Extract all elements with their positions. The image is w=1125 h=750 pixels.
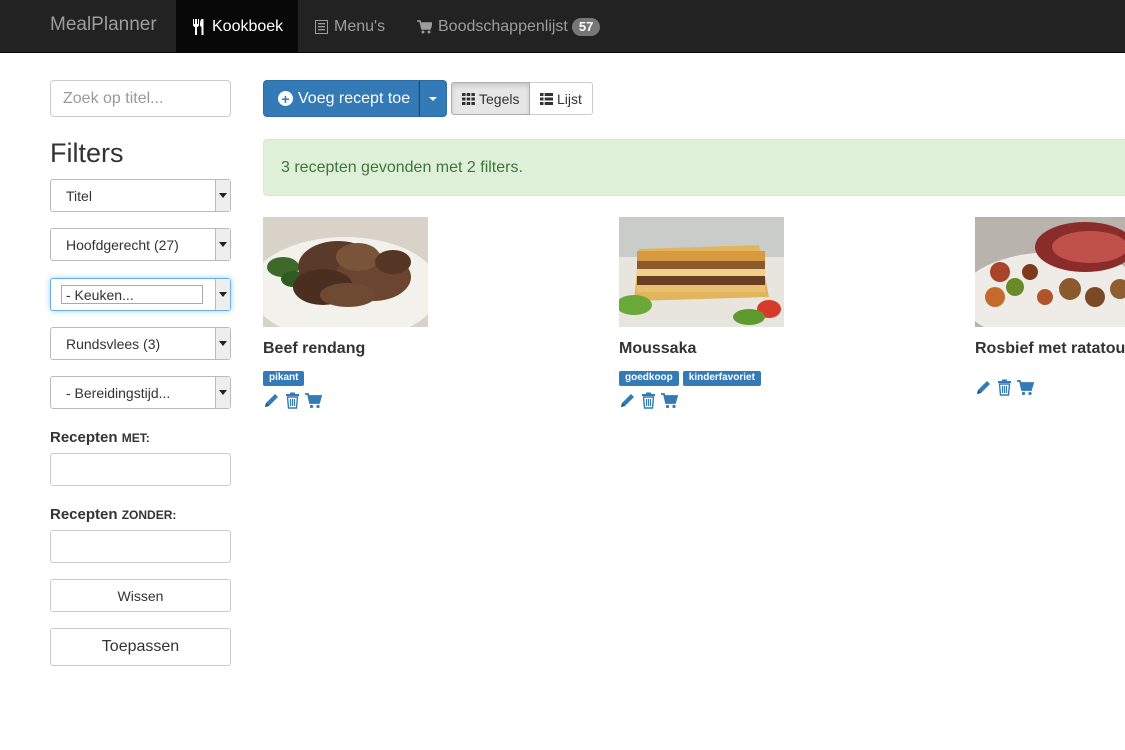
view-list-label: Lijst (557, 90, 582, 107)
pencil-icon[interactable] (975, 379, 992, 396)
select-value: - Bereidingstijd... (66, 384, 171, 401)
shopping-cart-icon[interactable] (1017, 379, 1034, 396)
recipe-title[interactable]: Beef rendang (263, 340, 593, 358)
recipe-image-rosbief[interactable] (975, 217, 1125, 327)
tag-list: pikant (263, 371, 593, 386)
pencil-icon[interactable] (263, 392, 280, 409)
shopping-cart-icon[interactable] (305, 392, 322, 409)
clear-button[interactable]: Wissen (50, 579, 231, 612)
add-recipe-button[interactable]: + Voeg recept toe (263, 80, 419, 117)
cutlery-icon (192, 18, 206, 35)
select-value: Hoofdgerecht (27) (66, 236, 179, 253)
cart-count-badge: 57 (571, 17, 601, 36)
recipe-card: Beef rendang pikant (263, 217, 593, 409)
view-tiles-button[interactable]: Tegels (451, 82, 530, 115)
select-value: Titel (66, 187, 92, 204)
plus-circle-icon: + (278, 91, 293, 106)
shopping-cart-icon (417, 19, 432, 34)
navbar: MealPlanner Kookboek Menu's Boodschappen… (0, 0, 1125, 53)
nav-item-label: Menu's (334, 17, 386, 35)
label-suffix: met: (121, 431, 150, 445)
select-value: - Keuken... (61, 285, 203, 304)
without-ingredients-label: Recepten zonder: (50, 506, 176, 523)
recipe-card: Moussaka goedkoop kinderfavoriet (619, 217, 949, 409)
nav-item-menus[interactable]: Menu's (315, 0, 385, 53)
recipe-actions (975, 379, 1125, 396)
recipe-title[interactable]: Rosbief met ratatouille (975, 340, 1125, 358)
recipe-card: Rosbief met ratatouille (975, 217, 1125, 396)
filter-course-select[interactable]: Hoofdgerecht (27) (50, 228, 231, 261)
recipe-tag[interactable]: goedkoop (619, 371, 679, 386)
chevron-down-icon (215, 180, 230, 211)
with-ingredients-label: Recepten met: (50, 429, 150, 446)
recipe-image-moussaka[interactable] (619, 217, 784, 327)
results-alert: 3 recepten gevonden met 2 filters. (263, 139, 1125, 196)
list-icon (315, 19, 328, 34)
trash-icon[interactable] (284, 392, 301, 409)
view-list-button[interactable]: Lijst (530, 82, 593, 115)
tag-list: goedkoop kinderfavoriet (619, 371, 949, 386)
filter-meat-select[interactable]: Rundsvlees (3) (50, 327, 231, 360)
pencil-icon[interactable] (619, 392, 636, 409)
recipe-tag[interactable]: pikant (263, 371, 305, 386)
chevron-down-icon (215, 229, 230, 260)
chevron-down-icon (215, 279, 230, 310)
filter-time-select[interactable]: - Bereidingstijd... (50, 376, 231, 409)
filter-sort-select[interactable]: Titel (50, 179, 231, 212)
label-text: Recepten (50, 506, 118, 523)
nav-item-kookboek[interactable]: Kookboek (176, 0, 298, 53)
view-toggle-group: Tegels Lijst (451, 82, 593, 115)
without-ingredients-input[interactable] (50, 530, 231, 563)
recipe-actions (619, 392, 949, 409)
search-input[interactable] (50, 80, 231, 117)
add-recipe-group: + Voeg recept toe (263, 80, 447, 117)
label-text: Recepten (50, 429, 118, 446)
recipe-image-beef-rendang[interactable] (263, 217, 428, 327)
recipe-tag[interactable]: kinderfavoriet (682, 371, 761, 386)
trash-icon[interactable] (996, 379, 1013, 396)
recipe-actions (263, 392, 593, 409)
select-value: Rundsvlees (3) (66, 335, 161, 352)
th-list-icon (540, 92, 553, 105)
recipe-title[interactable]: Moussaka (619, 340, 949, 358)
apply-button[interactable]: Toepassen (50, 628, 231, 666)
shopping-cart-icon[interactable] (661, 392, 678, 409)
view-tiles-label: Tegels (479, 90, 520, 107)
add-recipe-label: Voeg recept toe (298, 89, 411, 107)
with-ingredients-input[interactable] (50, 453, 231, 486)
nav-item-label: Kookboek (212, 17, 284, 35)
chevron-down-icon (215, 328, 230, 359)
chevron-down-icon (215, 377, 230, 408)
grid-icon (462, 92, 475, 105)
nav-item-boodschappenlijst[interactable]: Boodschappenlijst 57 (417, 0, 601, 53)
trash-icon[interactable] (640, 392, 657, 409)
add-recipe-dropdown-toggle[interactable] (419, 80, 447, 117)
nav-item-label: Boodschappenlijst (438, 17, 568, 35)
filters-title: Filters (50, 138, 124, 168)
brand-link[interactable]: MealPlanner (50, 14, 157, 36)
filter-cuisine-select[interactable]: - Keuken... (50, 278, 231, 311)
label-suffix: zonder: (121, 508, 177, 522)
